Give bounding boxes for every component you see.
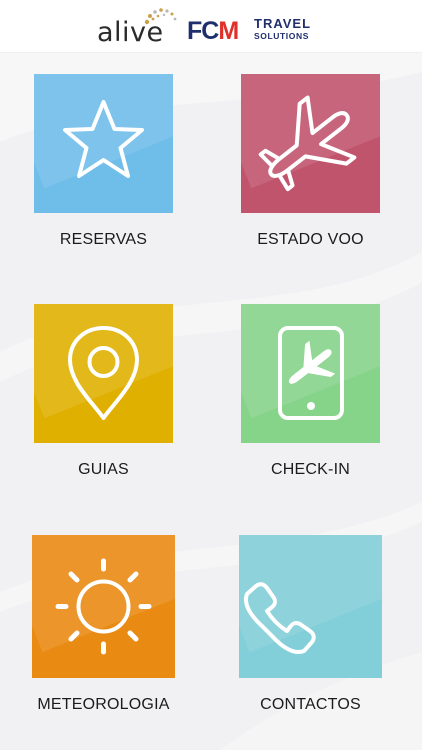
airplane-icon	[258, 95, 357, 192]
fcm-solutions-text: SOLUTIONS	[254, 31, 309, 41]
star-icon	[63, 100, 144, 178]
sun-icon	[55, 558, 152, 655]
app-header: alive FCM TRAVEL SOLUTIONS	[0, 0, 422, 53]
meteorologia-tile-box[interactable]	[32, 535, 175, 678]
contactos-tile-box[interactable]	[239, 535, 382, 678]
fcm-travel-logo: FCM TRAVEL SOLUTIONS	[187, 15, 327, 47]
location-pin-icon	[68, 326, 139, 420]
guias-label: GUIAS	[78, 461, 129, 478]
phone-airplane-icon	[278, 326, 344, 420]
fcm-logo-red-letter: M	[218, 17, 239, 45]
check-in-tile-box[interactable]	[241, 304, 380, 443]
estado-voo-tile-box[interactable]	[241, 74, 380, 213]
guias-tile-box[interactable]	[34, 304, 173, 443]
fcm-logo-text: FCM	[187, 15, 239, 47]
reservas-label: RESERVAS	[59, 231, 148, 248]
fcm-travel-text: TRAVEL	[254, 16, 312, 31]
menu-tile-check-in[interactable]: CHECK-IN	[241, 304, 380, 484]
menu-tile-estado-voo[interactable]: ESTADO VOO	[241, 74, 380, 254]
alive-logo: alive	[97, 6, 181, 48]
estado-voo-label: ESTADO VOO	[257, 231, 364, 248]
menu-tile-meteorologia[interactable]: METEOROLOGIA	[32, 535, 175, 717]
menu-tile-contactos[interactable]: CONTACTOS	[239, 535, 382, 717]
reservas-tile-box[interactable]	[34, 74, 173, 213]
menu-tile-reservas[interactable]: RESERVAS	[34, 74, 173, 254]
check-in-label: CHECK-IN	[271, 461, 350, 478]
contactos-label: CONTACTOS	[260, 696, 361, 713]
fcm-travel-solutions-text: TRAVEL SOLUTIONS	[254, 16, 312, 42]
fcm-logo-letters: FCM	[187, 17, 239, 45]
menu-tile-guias[interactable]: GUIAS	[34, 304, 173, 484]
phone-handset-icon	[244, 582, 316, 654]
meteorologia-label: METEOROLOGIA	[37, 696, 170, 713]
alive-logo-dots-icon	[144, 8, 177, 25]
